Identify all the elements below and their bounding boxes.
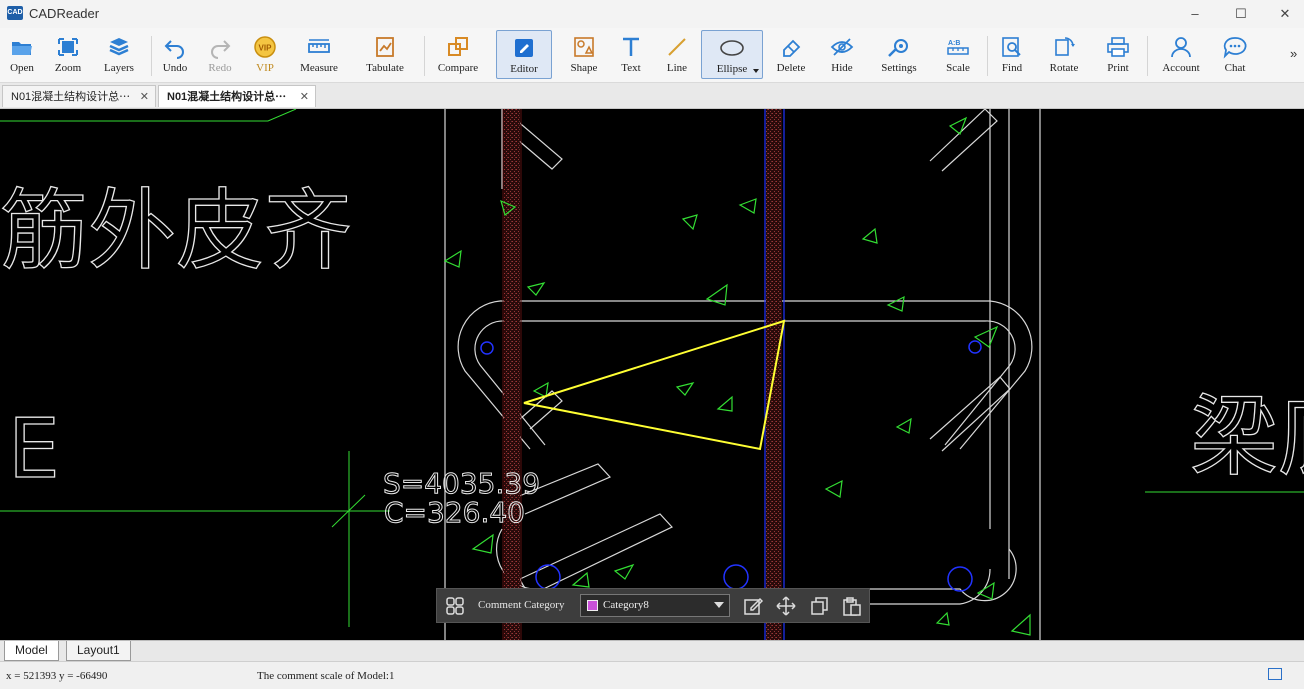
category-color-swatch xyxy=(587,600,598,611)
tab-close-icon[interactable]: ✕ xyxy=(300,86,309,108)
copy-icon[interactable] xyxy=(808,595,830,617)
delete-button[interactable]: Delete xyxy=(770,30,812,79)
find-icon xyxy=(1002,37,1021,57)
cad-drawing: 筋外皮齐 E S=4035.39 C=326.40 梁底 xyxy=(0,109,1304,640)
settings-gear-icon xyxy=(888,39,908,57)
title-bar: CAD CADReader – ☐ ✕ xyxy=(0,0,1304,28)
tab-label: N01混凝土结构设计总⋯ xyxy=(167,91,287,103)
account-button[interactable]: Account xyxy=(1155,30,1207,79)
undo-icon xyxy=(164,40,184,59)
ellipse-icon xyxy=(720,40,744,56)
ellipse-dropdown-arrow-icon[interactable] xyxy=(753,69,759,73)
text-icon xyxy=(623,37,639,56)
chat-bubble-icon xyxy=(1223,37,1247,59)
user-icon xyxy=(1171,37,1191,58)
editor-pdf-icon xyxy=(515,39,533,57)
drawing-text-right: 梁底 xyxy=(1190,385,1304,488)
comment-scale-status: The comment scale of Model:1 xyxy=(257,670,395,682)
eraser-icon xyxy=(783,39,801,57)
selected-triangle xyxy=(523,319,786,451)
main-toolbar: Open Zoom Layers Undo Redo VIP VIP Measu… xyxy=(0,28,1304,83)
hatch-triangles xyxy=(443,116,1031,636)
toolbar-separator xyxy=(1147,36,1148,76)
svg-text:A:B: A:B xyxy=(948,40,960,47)
drawing-text-e: E xyxy=(8,402,60,497)
layout-tab-model[interactable]: Model xyxy=(4,641,59,661)
app-logo-icon: CAD xyxy=(7,6,23,20)
category-value: Category8 xyxy=(603,599,649,611)
document-tab[interactable]: N01混凝土结构设计总⋯ ✕ xyxy=(2,85,156,107)
vip-button[interactable]: VIP VIP xyxy=(246,30,284,79)
rotate-icon xyxy=(1055,37,1075,56)
svg-text:VIP: VIP xyxy=(259,44,273,53)
status-bar: x = 521393 y = -66490 The comment scale … xyxy=(0,661,1304,689)
zoom-extents-icon xyxy=(58,38,78,56)
toolbar-overflow-button[interactable]: » xyxy=(1290,46,1297,61)
maximize-button[interactable]: ☐ xyxy=(1226,4,1256,24)
drawing-canvas[interactable]: 筋外皮齐 E S=4035.39 C=326.40 梁底 xyxy=(0,109,1304,640)
layers-button[interactable]: Layers xyxy=(96,30,142,79)
line-button[interactable]: Line xyxy=(659,30,695,79)
layout-tab-bar: Model Layout1 xyxy=(0,640,1304,661)
editor-button[interactable]: Editor xyxy=(496,30,552,79)
measure-perimeter-text: C=326.40 xyxy=(384,496,525,529)
layers-icon xyxy=(109,38,129,56)
panel-toggle-icon[interactable] xyxy=(1268,668,1282,680)
ellipse-button[interactable]: Ellipse xyxy=(701,30,763,79)
comment-toolbar: Comment Category Category8 xyxy=(436,588,870,623)
dropdown-arrow-icon xyxy=(714,602,724,608)
cursor-coordinates: x = 521393 y = -66490 xyxy=(6,670,108,682)
toolbar-separator xyxy=(424,36,425,76)
printer-icon xyxy=(1107,37,1129,57)
chat-button[interactable]: Chat xyxy=(1216,30,1254,79)
drawing-text-top-left: 筋外皮齐 xyxy=(0,179,352,282)
line-icon xyxy=(668,38,686,56)
redo-icon xyxy=(211,40,231,59)
redo-button[interactable]: Redo xyxy=(201,30,239,79)
folder-icon xyxy=(12,42,32,55)
scale-button[interactable]: A:B Scale xyxy=(938,30,978,79)
tabulate-button[interactable]: Tabulate xyxy=(357,30,413,79)
rebar-column-left xyxy=(504,109,520,640)
document-tab-active[interactable]: N01混凝土结构设计总⋯ ✕ xyxy=(158,85,316,107)
scale-icon: A:B xyxy=(947,40,969,55)
layout-tab-layout1[interactable]: Layout1 xyxy=(66,641,131,661)
compare-button[interactable]: Compare xyxy=(432,30,484,79)
shape-button[interactable]: Shape xyxy=(564,30,604,79)
toolbar-separator xyxy=(151,36,152,76)
tab-label: N01混凝土结构设计总⋯ xyxy=(11,91,131,103)
vip-crown-icon: VIP xyxy=(254,36,276,58)
eye-hidden-icon xyxy=(830,38,854,56)
open-button[interactable]: Open xyxy=(2,30,42,79)
minimize-button[interactable]: – xyxy=(1180,4,1210,24)
zoom-button[interactable]: Zoom xyxy=(47,30,89,79)
shape-icon xyxy=(574,37,594,57)
move-icon[interactable] xyxy=(775,595,797,617)
ruler-icon xyxy=(308,39,330,53)
close-window-button[interactable]: ✕ xyxy=(1270,4,1300,24)
structure-lines xyxy=(444,109,1041,640)
comment-category-label: Comment Category xyxy=(478,599,565,611)
document-tab-bar: N01混凝土结构设计总⋯ ✕ N01混凝土结构设计总⋯ ✕ xyxy=(0,83,1304,109)
table-chart-icon xyxy=(376,37,394,57)
comment-category-select[interactable]: Category8 xyxy=(580,594,730,617)
hide-button[interactable]: Hide xyxy=(824,30,860,79)
compare-icon xyxy=(448,37,468,56)
find-button[interactable]: Find xyxy=(994,30,1030,79)
print-button[interactable]: Print xyxy=(1098,30,1138,79)
tab-close-icon[interactable]: ✕ xyxy=(140,86,149,108)
text-button[interactable]: Text xyxy=(614,30,648,79)
measure-button[interactable]: Measure xyxy=(294,30,344,79)
paste-icon[interactable] xyxy=(841,595,863,617)
rotate-button[interactable]: Rotate xyxy=(1042,30,1086,79)
settings-button[interactable]: Settings xyxy=(871,30,927,79)
toolbar-separator xyxy=(987,36,988,76)
edit-comment-icon[interactable] xyxy=(742,595,764,617)
undo-button[interactable]: Undo xyxy=(156,30,194,79)
app-title: CADReader xyxy=(29,6,100,21)
grid-menu-icon[interactable] xyxy=(444,595,466,617)
